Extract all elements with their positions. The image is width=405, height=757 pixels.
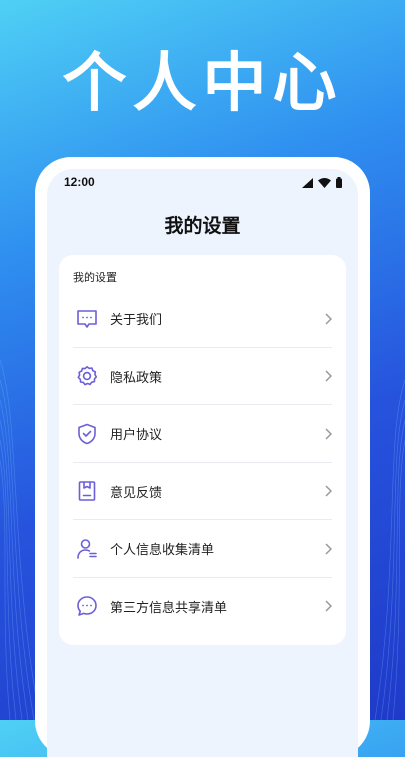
menu-item-third-party-sharing-list[interactable]: 第三方信息共享清单 bbox=[59, 578, 346, 636]
chevron-right-icon bbox=[322, 542, 334, 556]
status-time: 12:00 bbox=[64, 175, 95, 189]
hero-title: 个人中心 bbox=[62, 47, 343, 121]
menu-item-about-us[interactable]: 关于我们 bbox=[59, 290, 346, 348]
menu-item-label: 隐私政策 bbox=[110, 370, 163, 386]
user-list-icon bbox=[75, 537, 99, 561]
settings-card: 我的设置 关于我们 隐私政策 用户协议 意见反馈 个人信息收集清单 第三方信息共… bbox=[59, 255, 346, 645]
menu-item-label: 用户协议 bbox=[110, 428, 163, 444]
chevron-right-icon bbox=[322, 369, 334, 383]
menu-item-personal-info-list[interactable]: 个人信息收集清单 bbox=[59, 520, 346, 578]
menu-item-privacy-policy[interactable]: 隐私政策 bbox=[59, 348, 346, 406]
chat-bubble-icon bbox=[75, 307, 99, 331]
battery-icon bbox=[336, 177, 342, 188]
clipboard-icon bbox=[75, 479, 99, 503]
settings-menu: 关于我们 隐私政策 用户协议 意见反馈 个人信息收集清单 第三方信息共享清单 bbox=[59, 290, 346, 635]
chevron-right-icon bbox=[322, 312, 334, 326]
shield-check-icon bbox=[75, 422, 99, 446]
section-label: 我的设置 bbox=[73, 271, 117, 284]
chevron-right-icon bbox=[322, 599, 334, 613]
status-icons bbox=[302, 177, 342, 188]
wifi-icon bbox=[318, 177, 331, 188]
chevron-right-icon bbox=[322, 484, 334, 498]
menu-item-feedback[interactable]: 意见反馈 bbox=[59, 463, 346, 521]
page-title: 我的设置 bbox=[164, 215, 241, 237]
menu-item-label: 意见反馈 bbox=[110, 485, 163, 501]
status-bar: 12:00 bbox=[47, 169, 358, 197]
menu-item-label: 个人信息收集清单 bbox=[110, 543, 215, 559]
menu-item-label: 关于我们 bbox=[110, 313, 163, 329]
gear-icon bbox=[75, 364, 99, 388]
phone-frame: 12:00 我的设置 我的设置 关于我们 隐私政策 用户协议 意见反馈 个人信息… bbox=[35, 157, 370, 757]
phone-screen: 12:00 我的设置 我的设置 关于我们 隐私政策 用户协议 意见反馈 个人信息… bbox=[47, 169, 358, 757]
ellipsis-circle-icon bbox=[75, 594, 99, 618]
signal-icon bbox=[302, 177, 313, 188]
menu-item-label: 第三方信息共享清单 bbox=[110, 600, 228, 616]
chevron-right-icon bbox=[322, 427, 334, 441]
menu-item-user-agreement[interactable]: 用户协议 bbox=[59, 405, 346, 463]
